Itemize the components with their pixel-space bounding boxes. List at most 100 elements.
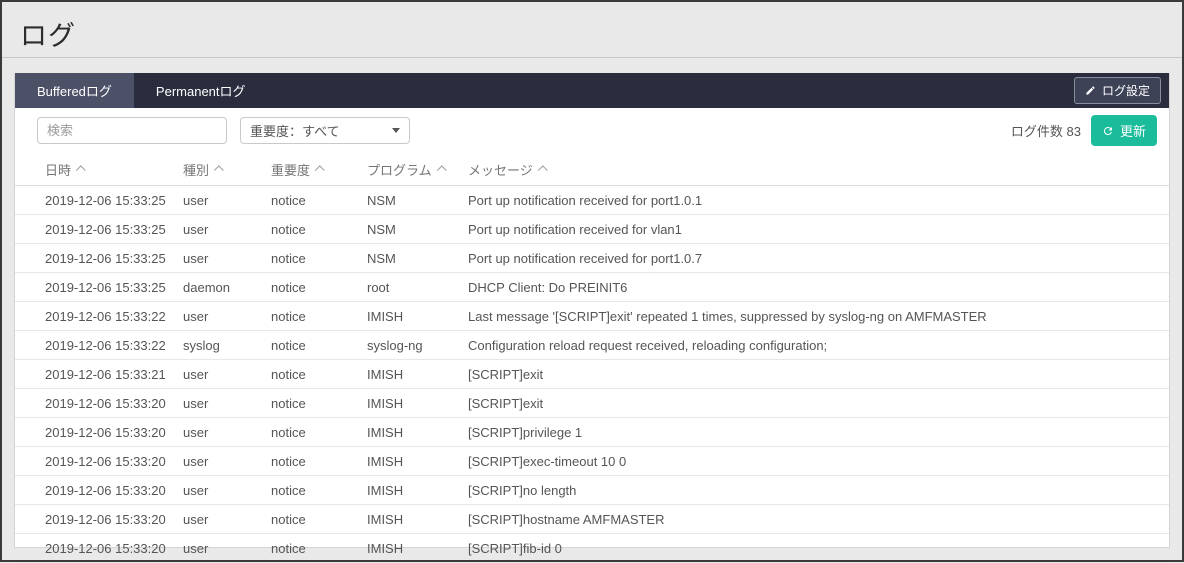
cell-datetime: 2019-12-06 15:33:25	[45, 280, 183, 295]
log-table: 日時 種別 重要度 プログラム メッセージ 2019-12-06 15:33:2…	[15, 153, 1169, 563]
table-row: 2019-12-06 15:33:25 user notice NSM Port…	[15, 186, 1169, 215]
cell-datetime: 2019-12-06 15:33:22	[45, 309, 183, 324]
chevron-up-icon	[436, 165, 446, 175]
column-header-message[interactable]: メッセージ	[468, 160, 1169, 179]
table-row: 2019-12-06 15:33:25 user notice NSM Port…	[15, 215, 1169, 244]
cell-type: user	[183, 396, 271, 411]
cell-program: IMISH	[367, 396, 468, 411]
cell-program: IMISH	[367, 367, 468, 382]
refresh-label: 更新	[1120, 121, 1146, 140]
cell-type: user	[183, 512, 271, 527]
cell-program: NSM	[367, 222, 468, 237]
log-table-body: 2019-12-06 15:33:25 user notice NSM Port…	[15, 186, 1169, 563]
pencil-icon	[1085, 85, 1096, 96]
chevron-up-icon	[315, 165, 325, 175]
severity-select-value: 重要度：すべて	[250, 121, 340, 140]
cell-datetime: 2019-12-06 15:33:20	[45, 541, 183, 556]
cell-message: Port up notification received for vlan1	[468, 222, 1169, 237]
chevron-up-icon	[214, 165, 224, 175]
column-header-type[interactable]: 種別	[183, 160, 271, 179]
cell-program: syslog-ng	[367, 338, 468, 353]
cell-type: daemon	[183, 280, 271, 295]
cell-datetime: 2019-12-06 15:33:20	[45, 512, 183, 527]
cell-message: Configuration reload request received, r…	[468, 338, 1169, 353]
cell-severity: notice	[271, 280, 367, 295]
cell-message: [SCRIPT]fib-id 0	[468, 541, 1169, 556]
table-row: 2019-12-06 15:33:20 user notice IMISH [S…	[15, 534, 1169, 563]
cell-program: IMISH	[367, 425, 468, 440]
cell-program: IMISH	[367, 454, 468, 469]
search-input[interactable]	[37, 117, 227, 144]
tabbar-spacer	[268, 73, 1074, 108]
log-panel: Bufferedログ Permanentログ ログ設定 重要度：すべて ログ件数…	[14, 73, 1170, 548]
cell-type: user	[183, 541, 271, 556]
cell-program: IMISH	[367, 309, 468, 324]
chevron-down-icon	[392, 128, 400, 133]
cell-program: root	[367, 280, 468, 295]
refresh-button[interactable]: 更新	[1091, 115, 1157, 146]
cell-type: user	[183, 251, 271, 266]
cell-datetime: 2019-12-06 15:33:25	[45, 193, 183, 208]
toolbar-right: ログ件数 83 更新	[1011, 115, 1159, 146]
table-row: 2019-12-06 15:33:25 daemon notice root D…	[15, 273, 1169, 302]
column-header-severity[interactable]: 重要度	[271, 160, 367, 179]
cell-program: IMISH	[367, 541, 468, 556]
table-header-row: 日時 種別 重要度 プログラム メッセージ	[15, 153, 1169, 186]
cell-program: IMISH	[367, 512, 468, 527]
refresh-icon	[1102, 125, 1114, 137]
cell-program: IMISH	[367, 483, 468, 498]
table-row: 2019-12-06 15:33:22 syslog notice syslog…	[15, 331, 1169, 360]
page-title: ログ	[20, 14, 1164, 53]
cell-datetime: 2019-12-06 15:33:25	[45, 222, 183, 237]
toolbar: 重要度：すべて ログ件数 83 更新	[15, 108, 1169, 153]
cell-severity: notice	[271, 541, 367, 556]
cell-datetime: 2019-12-06 15:33:20	[45, 425, 183, 440]
cell-severity: notice	[271, 222, 367, 237]
cell-datetime: 2019-12-06 15:33:21	[45, 367, 183, 382]
log-count: ログ件数 83	[1011, 121, 1081, 140]
cell-datetime: 2019-12-06 15:33:20	[45, 454, 183, 469]
table-row: 2019-12-06 15:33:20 user notice IMISH [S…	[15, 418, 1169, 447]
cell-severity: notice	[271, 512, 367, 527]
cell-message: [SCRIPT]exit	[468, 396, 1169, 411]
cell-type: user	[183, 454, 271, 469]
cell-severity: notice	[271, 367, 367, 382]
cell-datetime: 2019-12-06 15:33:25	[45, 251, 183, 266]
table-row: 2019-12-06 15:33:21 user notice IMISH [S…	[15, 360, 1169, 389]
cell-severity: notice	[271, 425, 367, 440]
cell-severity: notice	[271, 251, 367, 266]
cell-severity: notice	[271, 454, 367, 469]
table-row: 2019-12-06 15:33:20 user notice IMISH [S…	[15, 389, 1169, 418]
column-header-datetime[interactable]: 日時	[45, 160, 183, 179]
cell-datetime: 2019-12-06 15:33:20	[45, 396, 183, 411]
cell-severity: notice	[271, 396, 367, 411]
chevron-up-icon	[538, 165, 548, 175]
cell-message: Port up notification received for port1.…	[468, 251, 1169, 266]
cell-severity: notice	[271, 483, 367, 498]
log-settings-label: ログ設定	[1102, 82, 1150, 99]
cell-type: syslog	[183, 338, 271, 353]
cell-type: user	[183, 367, 271, 382]
table-row: 2019-12-06 15:33:25 user notice NSM Port…	[15, 244, 1169, 273]
cell-message: [SCRIPT]exit	[468, 367, 1169, 382]
cell-type: user	[183, 425, 271, 440]
cell-severity: notice	[271, 193, 367, 208]
tab-permanent-log[interactable]: Permanentログ	[134, 73, 268, 108]
table-row: 2019-12-06 15:33:20 user notice IMISH [S…	[15, 505, 1169, 534]
cell-datetime: 2019-12-06 15:33:20	[45, 483, 183, 498]
chevron-up-icon	[76, 165, 86, 175]
log-settings-button[interactable]: ログ設定	[1074, 77, 1161, 104]
tab-buffered-log[interactable]: Bufferedログ	[15, 73, 134, 108]
cell-message: [SCRIPT]exec-timeout 10 0	[468, 454, 1169, 469]
table-row: 2019-12-06 15:33:22 user notice IMISH La…	[15, 302, 1169, 331]
column-header-program[interactable]: プログラム	[367, 160, 468, 179]
cell-message: Last message '[SCRIPT]exit' repeated 1 t…	[468, 309, 1169, 324]
cell-type: user	[183, 309, 271, 324]
cell-type: user	[183, 483, 271, 498]
tab-bar: Bufferedログ Permanentログ ログ設定	[15, 73, 1169, 108]
cell-message: DHCP Client: Do PREINIT6	[468, 280, 1169, 295]
cell-message: [SCRIPT]hostname AMFMASTER	[468, 512, 1169, 527]
table-row: 2019-12-06 15:33:20 user notice IMISH [S…	[15, 476, 1169, 505]
severity-select[interactable]: 重要度：すべて	[240, 117, 410, 144]
page-header: ログ	[2, 2, 1182, 58]
